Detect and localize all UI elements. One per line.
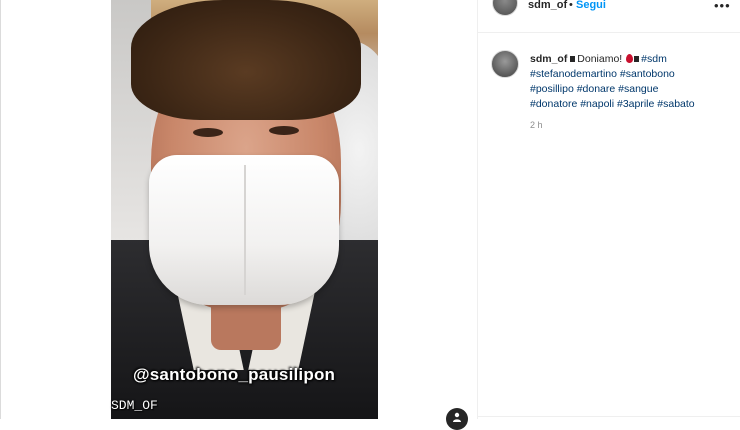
face-mask xyxy=(149,155,339,305)
divider xyxy=(478,416,740,417)
header-separator: • xyxy=(569,0,573,11)
emoji-square-icon xyxy=(634,56,640,62)
follow-button[interactable]: Segui xyxy=(576,0,606,11)
caption-username[interactable]: sdm_of xyxy=(530,53,567,65)
mask-fold xyxy=(244,165,246,295)
header-username[interactable]: sdm_of xyxy=(528,0,567,11)
right-eye xyxy=(269,126,299,135)
post-media-area: @santobono_pausilipon SDM_OF xyxy=(6,0,476,430)
post-timestamp[interactable]: 2 h xyxy=(530,120,543,130)
hair xyxy=(131,0,361,120)
left-eye xyxy=(193,128,223,137)
story-image[interactable]: @santobono_pausilipon xyxy=(111,0,378,419)
caption-avatar[interactable] xyxy=(491,50,519,78)
hashtag-sdm[interactable]: #sdm xyxy=(641,53,667,65)
story-mention-sticker[interactable]: @santobono_pausilipon xyxy=(133,365,335,385)
story-watermark: SDM_OF xyxy=(111,398,158,413)
post-sidebar: sdm_of • Segui ••• sdm_of Doniamo! #sdm … xyxy=(477,0,740,419)
hashtag-line-3[interactable]: #posillipo #donare #sangue xyxy=(530,83,658,95)
post-caption: sdm_of Doniamo! #sdm #stefanodemartino #… xyxy=(530,52,730,112)
post-modal: @santobono_pausilipon SDM_OF sdm_of • Se… xyxy=(0,0,740,430)
hashtag-line-4[interactable]: #donatore #napoli #3aprile #sabato xyxy=(530,98,695,110)
emoji-square-icon xyxy=(570,56,576,62)
more-options-icon[interactable]: ••• xyxy=(714,0,731,13)
hashtag-line-2[interactable]: #stefanodemartino #santobono xyxy=(530,68,675,80)
post-header: sdm_of • Segui ••• xyxy=(478,0,740,33)
avatar[interactable] xyxy=(492,0,518,16)
caption-text: Doniamo! xyxy=(577,53,623,65)
blood-drop-icon xyxy=(626,54,634,63)
user-tag-icon[interactable] xyxy=(446,408,468,430)
